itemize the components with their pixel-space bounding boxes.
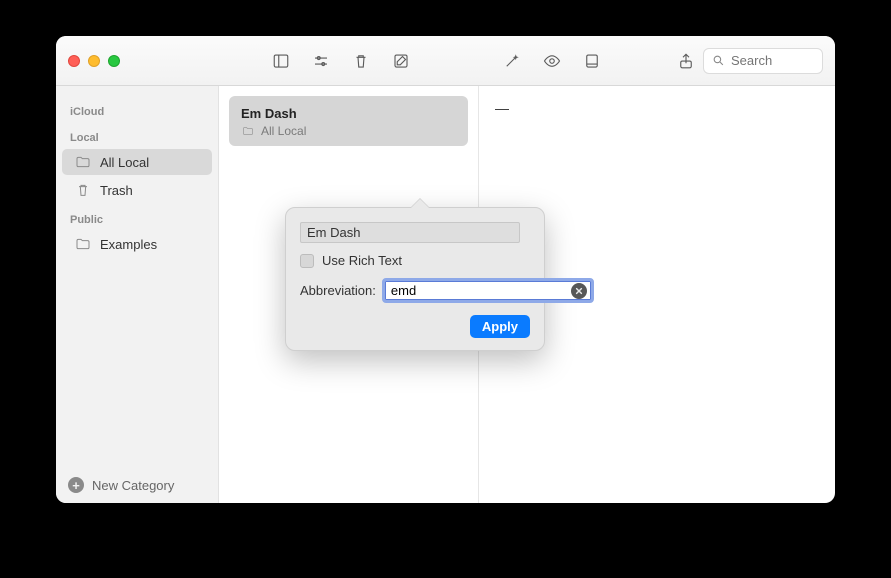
window-icon[interactable] [583, 52, 601, 70]
search-field[interactable] [703, 48, 823, 74]
sidebar-item-examples[interactable]: Examples [62, 231, 212, 257]
sidebar-section-icloud: iCloud [56, 102, 218, 122]
apply-row: Apply [300, 315, 530, 338]
snippet-subtitle-text: All Local [261, 124, 306, 138]
rich-text-checkbox[interactable] [300, 254, 314, 268]
abbreviation-field[interactable] [382, 278, 594, 303]
share-icon[interactable] [677, 52, 695, 70]
snippet-title: Em Dash [241, 106, 456, 121]
search-input[interactable] [731, 53, 811, 68]
rich-text-label: Use Rich Text [322, 253, 402, 268]
delete-icon[interactable] [352, 52, 370, 70]
sidebar-section-public: Public [56, 210, 218, 230]
snippet-name-input[interactable] [300, 222, 520, 243]
preview-eye-icon[interactable] [543, 52, 561, 70]
close-window-button[interactable] [68, 55, 80, 67]
new-category-label: New Category [92, 478, 174, 493]
settings-sliders-icon[interactable] [312, 52, 330, 70]
compose-icon[interactable] [392, 52, 410, 70]
plus-icon: + [68, 477, 84, 493]
sidebar-item-trash[interactable]: Trash [62, 177, 212, 203]
sidebar: iCloud Local All Local Trash Public Exam [56, 86, 219, 503]
x-icon [575, 287, 583, 295]
abbreviation-input[interactable] [387, 281, 571, 300]
clear-abbreviation-button[interactable] [571, 283, 587, 299]
new-category-button[interactable]: + New Category [56, 467, 218, 503]
folder-icon [241, 125, 255, 137]
sidebar-item-label: All Local [100, 155, 149, 170]
toolbar-left-group [272, 52, 410, 70]
apply-button[interactable]: Apply [470, 315, 530, 338]
sidebar-item-all-local[interactable]: All Local [62, 149, 212, 175]
sidebar-item-label: Examples [100, 237, 157, 252]
snippet-subtitle: All Local [241, 124, 456, 138]
abbreviation-row: Abbreviation: [300, 278, 530, 303]
minimize-window-button[interactable] [88, 55, 100, 67]
sidebar-section-local: Local [56, 128, 218, 148]
window-controls [68, 55, 120, 67]
magic-wand-icon[interactable] [503, 52, 521, 70]
edit-snippet-popover: Use Rich Text Abbreviation: Apply [285, 207, 545, 351]
sidebar-item-label: Trash [100, 183, 133, 198]
snippet-content-text: — [495, 100, 509, 116]
app-window: iCloud Local All Local Trash Public Exam [56, 36, 835, 503]
folder-icon [74, 236, 92, 252]
folder-icon [74, 154, 92, 170]
rich-text-row: Use Rich Text [300, 253, 530, 268]
snippet-list-item[interactable]: Em Dash All Local [229, 96, 468, 146]
trash-icon [74, 182, 92, 198]
toolbar-right-group [503, 52, 601, 70]
abbreviation-label: Abbreviation: [300, 283, 376, 298]
titlebar [56, 36, 835, 86]
sidebar-toggle-icon[interactable] [272, 52, 290, 70]
zoom-window-button[interactable] [108, 55, 120, 67]
search-icon [712, 54, 725, 67]
